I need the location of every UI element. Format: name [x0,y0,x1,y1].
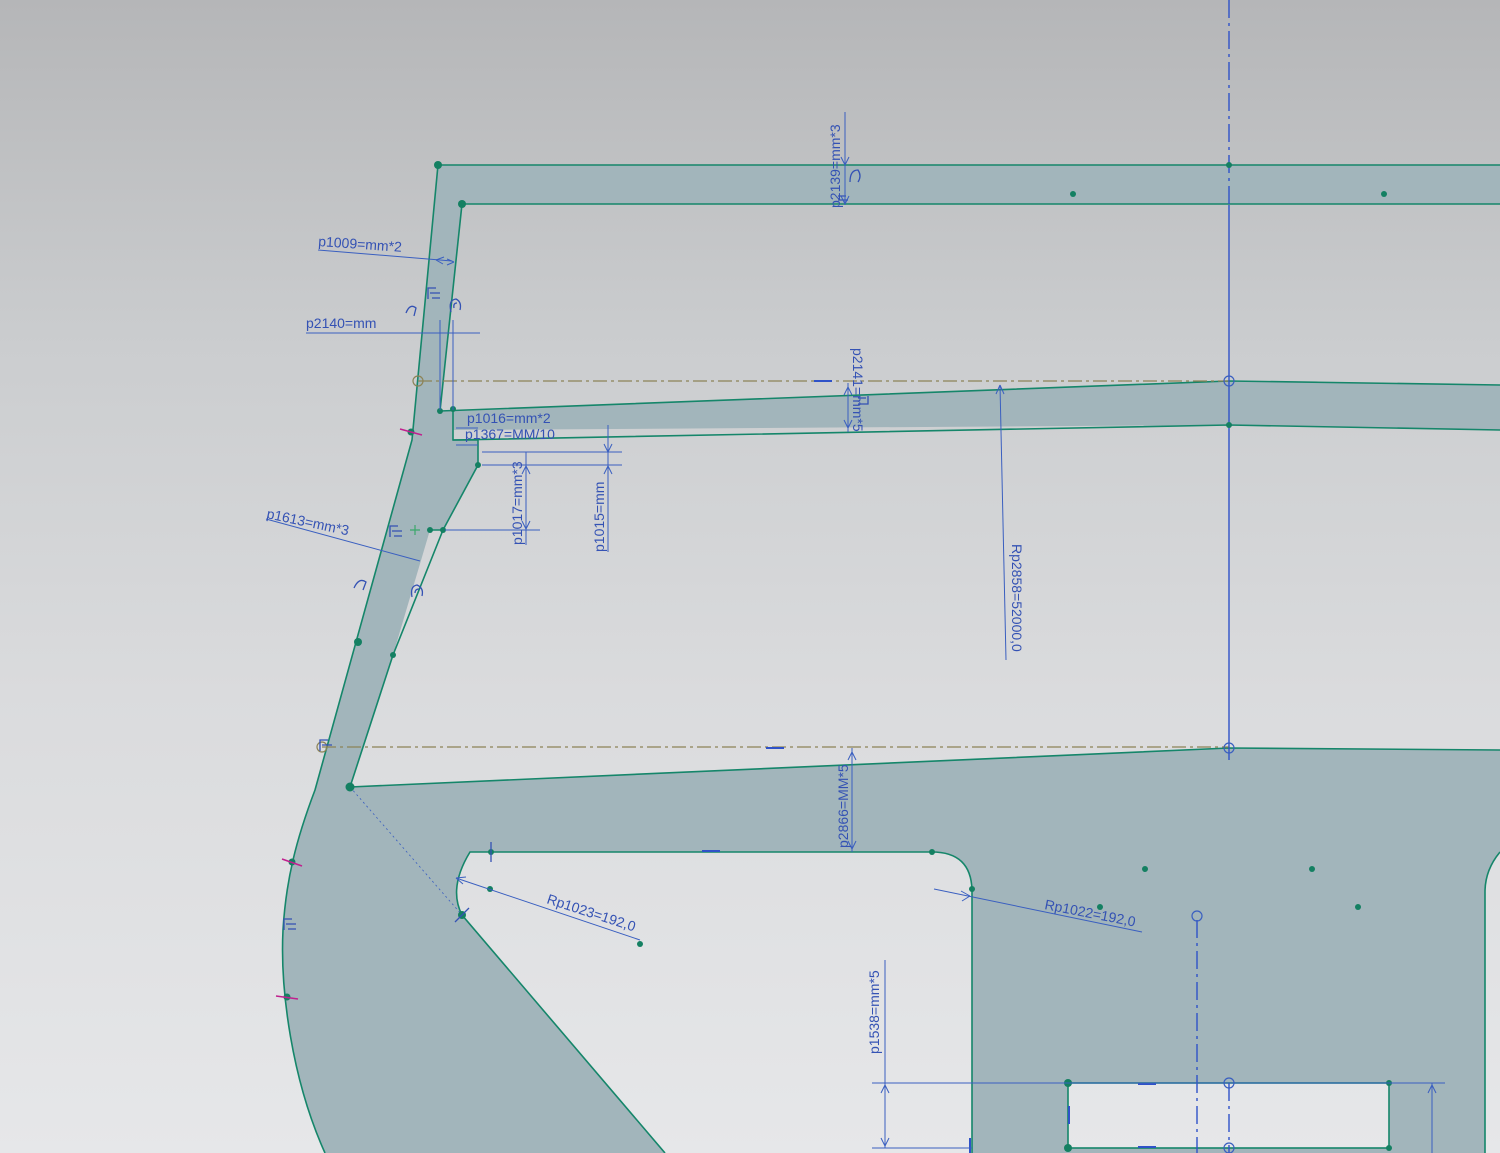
sketch-profile[interactable] [281,164,1500,1153]
vertex[interactable] [1142,866,1148,872]
dimension-p1016[interactable]: p1016=mm*2 [467,410,551,426]
dimension-rp2858[interactable]: Rp2858=52000,0 [1009,544,1025,652]
vertex[interactable] [1381,191,1387,197]
vertex[interactable] [969,886,975,892]
dimension-p2140[interactable]: p2140=mm [306,315,376,331]
vertex[interactable] [637,941,643,947]
dimension-leader [455,877,641,941]
vertex[interactable] [1226,422,1232,428]
dimension-p1367[interactable]: p1367=MM/10 [465,426,555,442]
sketch-canvas[interactable]: p1009=mm*2 p2140=mm p2139=mm*3 p1016=mm*… [0,0,1500,1153]
profile-fill [282,165,1500,1153]
dimension-p2139[interactable]: p2139=mm*3 [827,124,843,208]
dimension-p1538[interactable]: p1538=mm*5 [866,970,882,1054]
tangent-constraint-icon[interactable] [405,305,417,317]
vertex[interactable] [1355,904,1361,910]
dimension-p1015[interactable]: p1015=mm [591,482,607,552]
vertex[interactable] [1226,162,1232,168]
vertex[interactable] [1070,191,1076,197]
vertex[interactable] [434,161,442,169]
vertex[interactable] [390,652,396,658]
vertex[interactable] [354,638,362,646]
right-window-edge[interactable] [1484,851,1500,1153]
dimension-p2141[interactable]: p2141=mm*5 [850,348,866,432]
vertex[interactable] [1064,1144,1072,1152]
vertex[interactable] [475,462,481,468]
vertex[interactable] [427,527,433,533]
vertex[interactable] [929,849,935,855]
vertex[interactable] [458,200,466,208]
vertex[interactable] [1386,1145,1392,1151]
dimension-p1009[interactable]: p1009=mm*2 [318,233,403,255]
tangent-constraint-icon[interactable] [353,579,367,591]
dimension-p1613[interactable]: p1613=mm*3 [265,505,350,538]
dimension-p1017[interactable]: p1017=mm*3 [509,461,525,545]
vertex[interactable] [1309,866,1315,872]
dimension-p2866[interactable]: p2866=MM*5 [835,764,851,848]
vertex[interactable] [345,782,355,792]
cad-sketch-viewport[interactable]: p1009=mm*2 p2140=mm p2139=mm*3 p1016=mm*… [0,0,1500,1153]
